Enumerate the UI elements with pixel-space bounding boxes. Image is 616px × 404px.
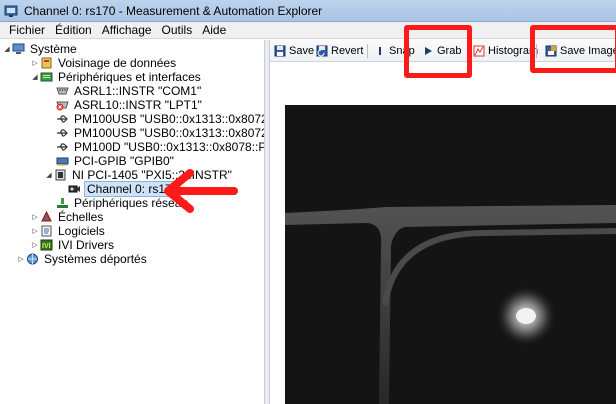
histogram-button[interactable]: Histogram <box>473 43 538 59</box>
tree-item-asrl1[interactable]: ASRL1::INSTR "COM1" <box>56 84 203 98</box>
collapsed-arrow-icon[interactable]: ▷ <box>30 238 40 252</box>
svg-text:IVI: IVI <box>42 243 51 250</box>
configuration-tree[interactable]: ◢ Système ▷ Voisinage de données ◢ Périp… <box>0 40 264 404</box>
camera-image[interactable] <box>285 105 616 404</box>
tree-item-label: Échelles <box>58 210 104 224</box>
scales-icon <box>41 211 52 222</box>
data-neighborhood-icon <box>41 57 52 69</box>
save-button[interactable]: Save <box>274 43 314 59</box>
serial-port-icon <box>56 87 69 95</box>
menu-edition[interactable]: Édition <box>50 23 97 37</box>
tree-item-voisinage[interactable]: ▷ Voisinage de données <box>30 56 178 70</box>
expanded-arrow-icon[interactable]: ◢ <box>44 168 54 182</box>
window-title: Channel 0: rs170 - Measurement & Automat… <box>24 4 323 18</box>
tree-item-label: Système <box>30 42 77 56</box>
tree-item-asrl10[interactable]: ASRL10::INSTR "LPT1" <box>56 98 204 112</box>
tree-item-label: PM100D "USB0::0x1313::0x8078::P0004893::… <box>74 140 264 154</box>
tree-item-peripheriques[interactable]: ◢ Périphériques et interfaces <box>30 70 203 84</box>
save-button-label: Save <box>289 45 315 57</box>
collapsed-arrow-icon[interactable]: ▷ <box>30 210 40 224</box>
tree-item-echelles[interactable]: ▷ Échelles <box>30 210 105 224</box>
tree-item-pm100usb-2[interactable]: PM100USB "USB0::0x1313::0x8072::P2003818… <box>56 126 264 140</box>
tree-item-label: PM100USB "USB0::0x1313::0x8072::P2003818… <box>74 126 264 140</box>
tree-item-label: PM100USB "USB0::0x1313::0x8072::P2003817… <box>74 112 264 126</box>
channel-viewer-pane: Save Revert Snap Grab Histogram Save Ima… <box>270 40 616 404</box>
tree-item-label: PCI-GPIB "GPIB0" <box>74 154 174 168</box>
ivi-drivers-icon: IVI <box>40 239 53 251</box>
usb-icon <box>57 129 68 137</box>
tree-item-pm100d[interactable]: PM100D "USB0::0x1313::0x8078::P0004893::… <box>56 140 264 154</box>
devices-icon <box>40 72 53 82</box>
tree-item-label: Logiciels <box>58 224 105 238</box>
gpib-card-icon <box>56 157 69 166</box>
tree-item-label: IVI Drivers <box>58 238 115 252</box>
red-arrow-icon <box>164 169 238 213</box>
toolbar-divider <box>367 44 368 58</box>
save-image-highlight-box <box>530 25 616 73</box>
tree-item-label: ASRL1::INSTR "COM1" <box>74 84 202 98</box>
usb-icon <box>57 115 68 123</box>
computer-icon <box>12 43 25 54</box>
tree-item-label: Systèmes déportés <box>44 252 147 266</box>
remote-systems-icon <box>27 253 38 265</box>
menu-affichage[interactable]: Affichage <box>97 23 157 37</box>
revert-button[interactable]: Revert <box>316 43 363 59</box>
menu-bar: Fichier Édition Affichage Outils Aide <box>0 22 616 39</box>
expanded-arrow-icon[interactable]: ◢ <box>2 42 12 56</box>
tree-item-label: Voisinage de données <box>58 56 177 70</box>
network-devices-icon <box>57 198 68 208</box>
revert-icon <box>316 45 328 57</box>
collapsed-arrow-icon[interactable]: ▷ <box>30 224 40 238</box>
pci-card-icon <box>55 169 66 181</box>
tree-item-systeme[interactable]: ◢ Système <box>2 42 79 56</box>
camera-frame-svg <box>285 105 616 404</box>
collapsed-arrow-icon[interactable]: ▷ <box>16 252 26 266</box>
tree-item-logiciels[interactable]: ▷ Logiciels <box>30 224 107 238</box>
tree-item-label: ASRL10::INSTR "LPT1" <box>74 98 202 112</box>
snap-icon <box>379 47 381 55</box>
usb-icon <box>57 143 68 151</box>
software-icon <box>41 225 52 237</box>
tree-item-systemes-deportes[interactable]: ▷ Systèmes déportés <box>16 252 149 266</box>
tree-item-pm100usb-1[interactable]: PM100USB "USB0::0x1313::0x8072::P2003817… <box>56 112 264 126</box>
revert-button-label: Revert <box>331 45 364 57</box>
expanded-arrow-icon[interactable]: ◢ <box>30 70 40 84</box>
menu-outils[interactable]: Outils <box>157 23 198 37</box>
app-icon <box>4 5 18 17</box>
floppy-disk-icon <box>274 45 286 57</box>
collapsed-arrow-icon[interactable]: ▷ <box>30 56 40 70</box>
menu-fichier[interactable]: Fichier <box>4 23 50 37</box>
tree-item-label: Périphériques et interfaces <box>58 70 201 84</box>
histogram-icon <box>473 45 485 57</box>
menu-aide[interactable]: Aide <box>197 23 231 37</box>
parallel-port-error-icon <box>56 101 69 111</box>
tree-item-pci-gpib[interactable]: PCI-GPIB "GPIB0" <box>56 154 176 168</box>
grab-highlight-box <box>404 25 472 78</box>
camera-icon <box>68 185 80 193</box>
tree-item-ivi-drivers[interactable]: ▷ IVI IVI Drivers <box>30 238 116 252</box>
title-bar: Channel 0: rs170 - Measurement & Automat… <box>0 0 616 22</box>
